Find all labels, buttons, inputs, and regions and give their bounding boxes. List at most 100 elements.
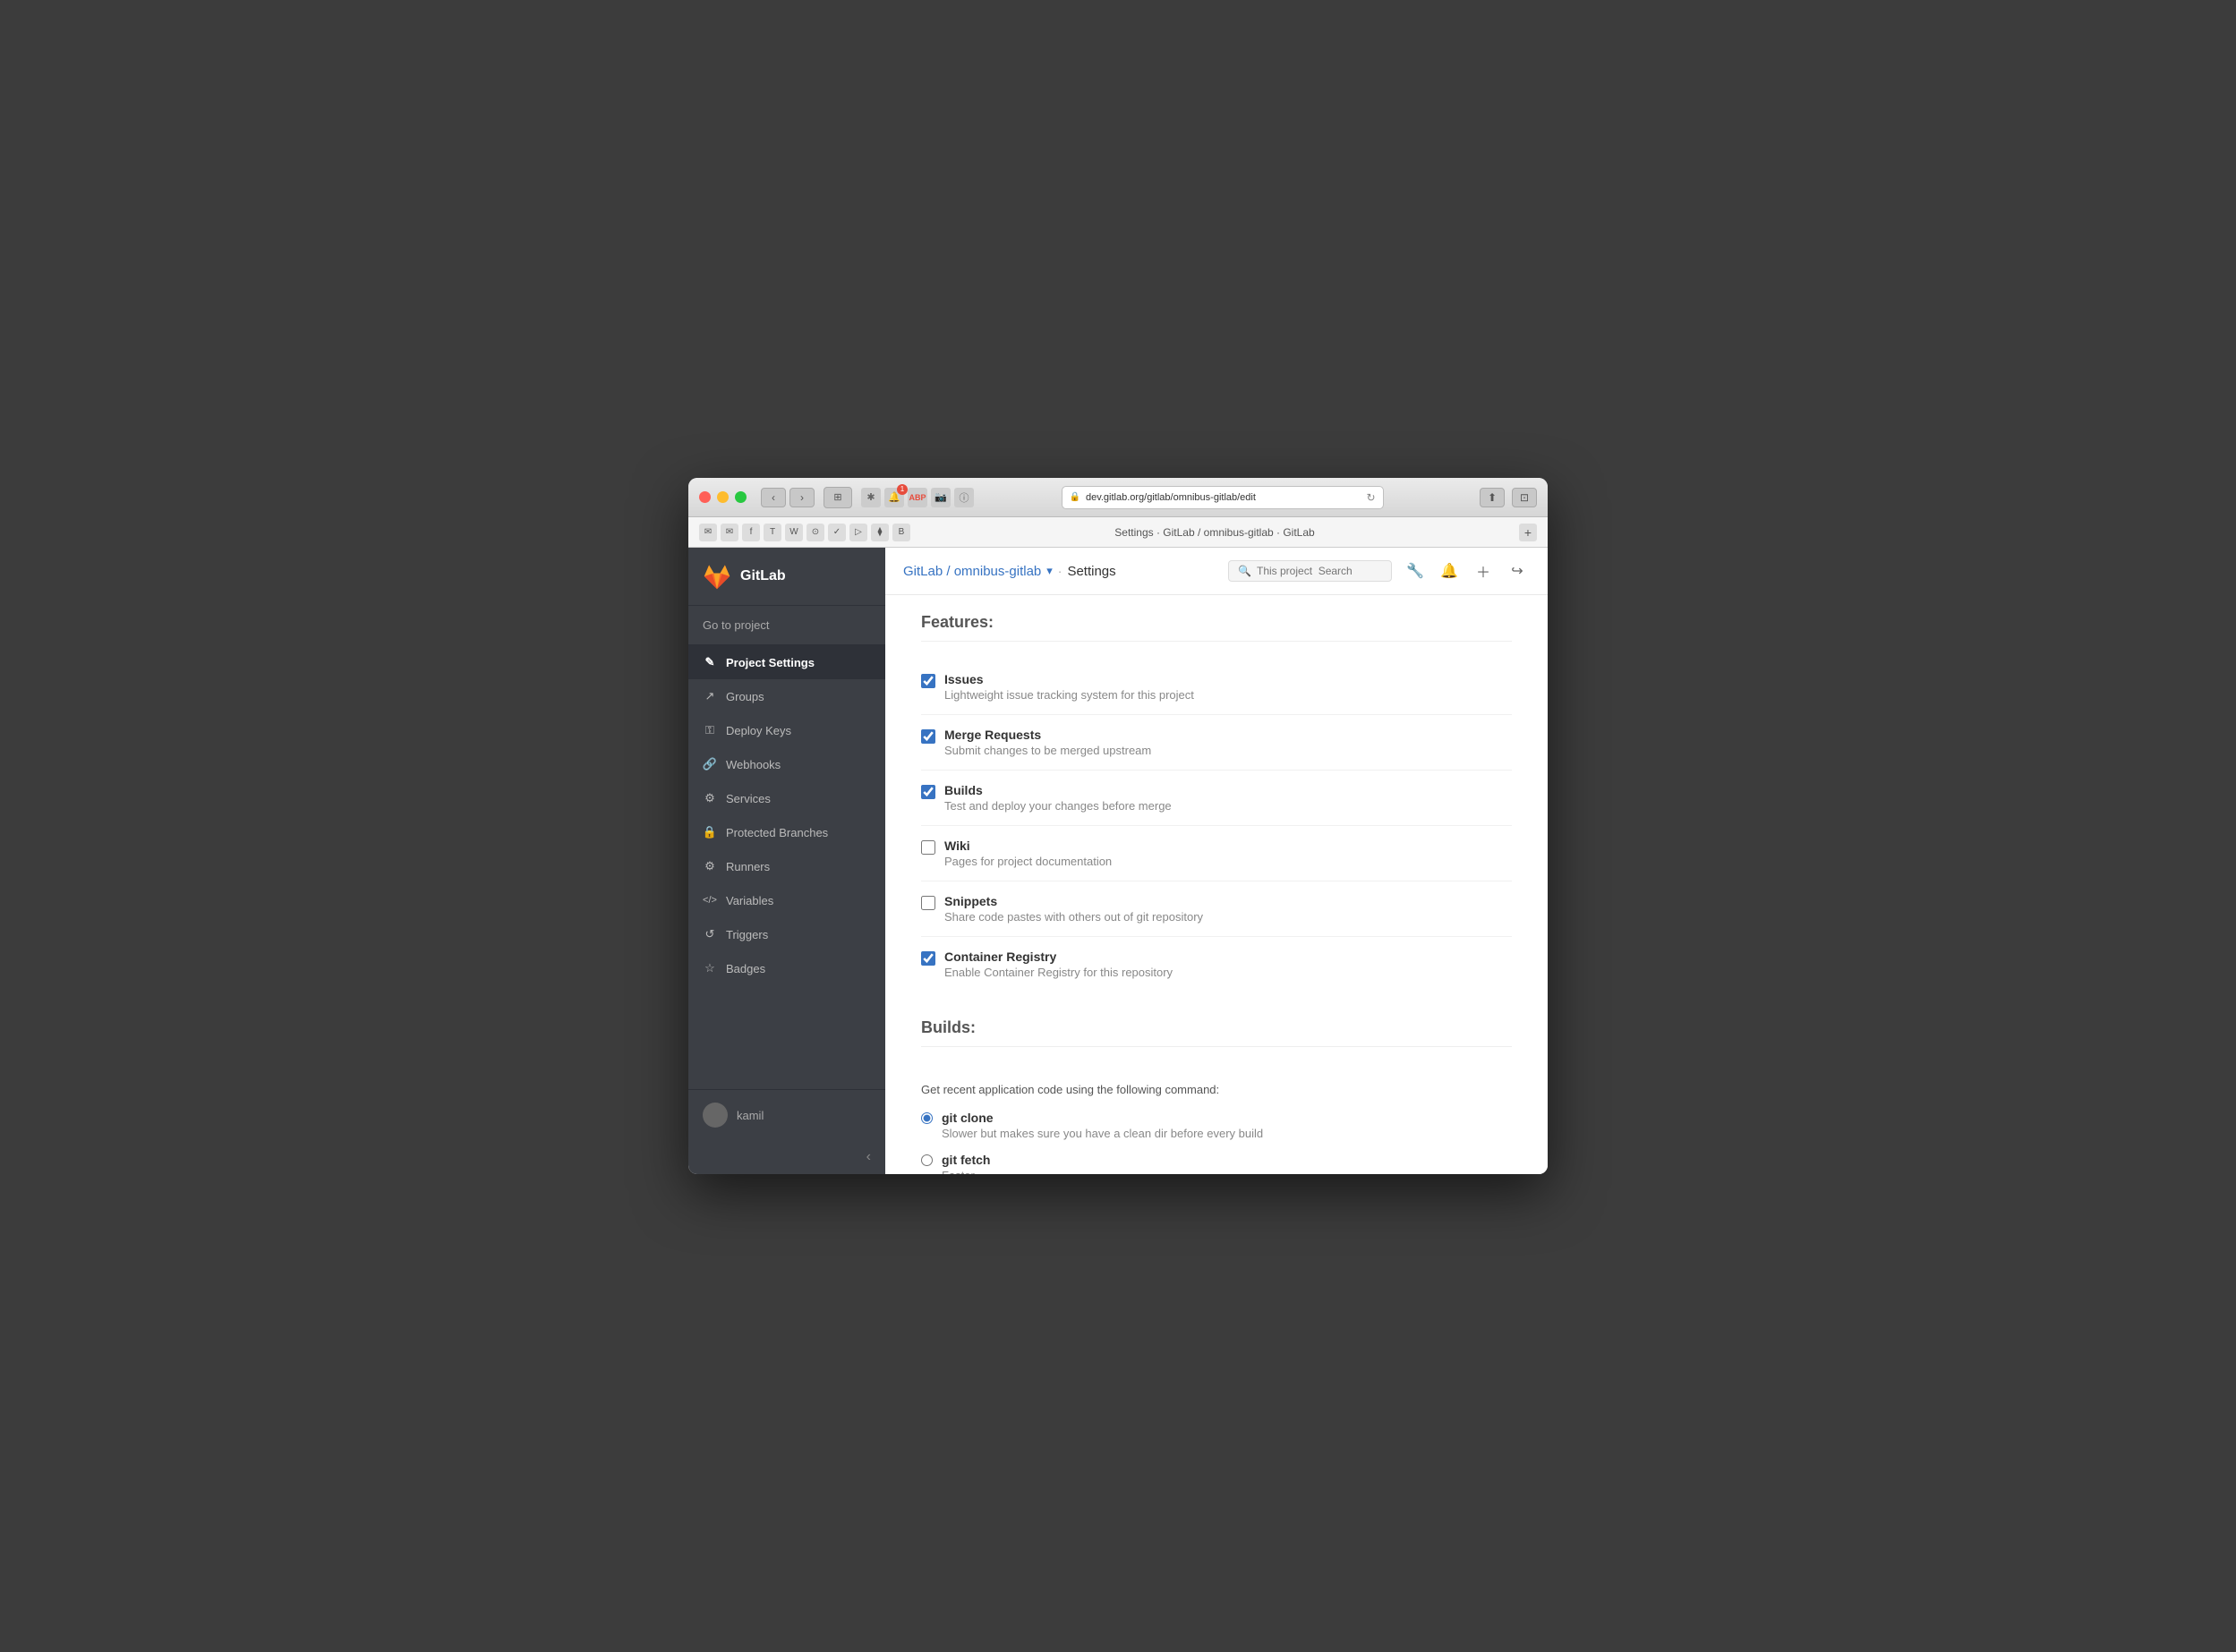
sidebar-item-groups[interactable]: ↗ Groups <box>688 679 885 713</box>
puzzle-icon[interactable]: ✱ <box>861 488 881 507</box>
minimize-button[interactable] <box>717 491 729 503</box>
builds-checkbox[interactable] <box>921 785 935 799</box>
edit-icon: ✎ <box>703 655 717 669</box>
sidebar-item-project-settings[interactable]: ✎ Project Settings <box>688 645 885 679</box>
w-icon[interactable]: W <box>785 524 803 541</box>
titlebar: ‹ › ⊞ ✱ 🔔 1 ABP 📷 ⓘ 🔒 dev.gitlab.org/git… <box>688 478 1548 517</box>
arrow-icon[interactable]: ▷ <box>849 524 867 541</box>
breadcrumb-current: Settings <box>1067 564 1115 579</box>
forward-button[interactable]: › <box>789 488 815 507</box>
snippets-desc: Share code pastes with others out of git… <box>944 910 1203 924</box>
gitlab-logo-icon <box>703 562 731 591</box>
runners-icon: ⚙ <box>703 859 717 873</box>
git-fetch-radio[interactable] <box>921 1154 933 1166</box>
git-fetch-desc: Faster <box>942 1169 990 1174</box>
feature-item-merge-requests: Merge Requests Submit changes to be merg… <box>921 715 1512 771</box>
sidebar-collapse-button[interactable]: ‹ <box>688 1140 885 1174</box>
sidebar-item-label: Project Settings <box>726 656 815 669</box>
window-controls <box>699 491 747 503</box>
sidebar-footer: kamil <box>688 1089 885 1140</box>
app-container: GitLab Go to project ✎ Project Settings … <box>688 548 1548 1174</box>
url-bar[interactable]: 🔒 dev.gitlab.org/gitlab/omnibus-gitlab/e… <box>1062 486 1384 509</box>
sidebar-item-webhooks[interactable]: 🔗 Webhooks <box>688 747 885 781</box>
back-button[interactable]: ‹ <box>761 488 786 507</box>
bell-icon[interactable]: 🔔 1 <box>884 488 904 507</box>
breadcrumb-link[interactable]: GitLab / omnibus-gitlab <box>903 564 1041 579</box>
github-icon[interactable]: ⊙ <box>806 524 824 541</box>
snippets-checkbox[interactable] <box>921 896 935 910</box>
content-inner: Features: Issues Lightweight issue track… <box>885 595 1548 1174</box>
titlebar-action-buttons: ⬆ ⊡ <box>1480 488 1537 507</box>
wiki-desc: Pages for project documentation <box>944 855 1112 868</box>
browser-toolbar: ✉ ✉ f T W ⊙ ✓ ▷ ⧫ B Settings · GitLab / … <box>688 517 1548 548</box>
logout-icon[interactable]: ↪ <box>1505 558 1530 583</box>
triggers-icon: ↺ <box>703 927 717 941</box>
git-fetch-name: git fetch <box>942 1153 990 1167</box>
reload-icon[interactable]: ↻ <box>1366 491 1375 504</box>
groups-icon: ↗ <box>703 689 717 703</box>
share-button[interactable]: ⬆ <box>1480 488 1505 507</box>
builds-feature-desc: Test and deploy your changes before merg… <box>944 799 1172 813</box>
gitlab-icon[interactable]: ⧫ <box>871 524 889 541</box>
feature-item-builds: Builds Test and deploy your changes befo… <box>921 771 1512 826</box>
wiki-checkbox[interactable] <box>921 840 935 855</box>
feature-item-container-registry: Container Registry Enable Container Regi… <box>921 937 1512 992</box>
info-icon[interactable]: ⓘ <box>954 488 974 507</box>
plus-header-icon[interactable]: ＋ <box>1471 558 1496 583</box>
tab-button-area: ⊞ <box>824 487 852 508</box>
abp-icon[interactable]: ABP <box>908 488 927 507</box>
container-registry-checkbox[interactable] <box>921 951 935 966</box>
b-icon[interactable]: B <box>892 524 910 541</box>
variables-icon: </> <box>703 893 717 907</box>
t-icon[interactable]: T <box>764 524 781 541</box>
search-icon: 🔍 <box>1238 565 1251 577</box>
builds-intro-text: Get recent application code using the fo… <box>921 1083 1512 1096</box>
sidebar-item-triggers[interactable]: ↺ Triggers <box>688 917 885 951</box>
sidebar-item-label: Badges <box>726 962 765 975</box>
username-label: kamil <box>737 1109 764 1122</box>
git-clone-radio[interactable] <box>921 1112 933 1124</box>
wiki-name: Wiki <box>944 839 1112 853</box>
merge-requests-checkbox[interactable] <box>921 729 935 744</box>
sidebar-button[interactable]: ⊡ <box>1512 488 1537 507</box>
check-icon[interactable]: ✓ <box>828 524 846 541</box>
features-section: Features: Issues Lightweight issue track… <box>921 613 1512 992</box>
facebook-icon[interactable]: f <box>742 524 760 541</box>
mail2-icon[interactable]: ✉ <box>721 524 738 541</box>
toolbar-extension-icons: ✉ ✉ f T W ⊙ ✓ ▷ ⧫ B <box>699 524 910 541</box>
features-section-header: Features: <box>921 613 1512 642</box>
sidebar-item-services[interactable]: ⚙ Services <box>688 781 885 815</box>
issues-checkbox[interactable] <box>921 674 935 688</box>
radio-item-git-clone: git clone Slower but makes sure you have… <box>921 1111 1512 1140</box>
sidebar-item-badges[interactable]: ☆ Badges <box>688 951 885 985</box>
git-clone-desc: Slower but makes sure you have a clean d… <box>942 1127 1263 1140</box>
sidebar-item-variables[interactable]: </> Variables <box>688 883 885 917</box>
tab-view-button[interactable]: ⊞ <box>824 487 852 508</box>
wrench-icon[interactable]: 🔧 <box>1403 558 1428 583</box>
bell-header-icon[interactable]: 🔔 <box>1437 558 1462 583</box>
maximize-button[interactable] <box>735 491 747 503</box>
issues-name: Issues <box>944 672 1194 686</box>
close-button[interactable] <box>699 491 711 503</box>
feature-item-snippets: Snippets Share code pastes with others o… <box>921 881 1512 937</box>
merge-requests-desc: Submit changes to be merged upstream <box>944 744 1151 757</box>
search-bar[interactable]: 🔍 <box>1228 560 1392 582</box>
sidebar-item-deploy-keys[interactable]: ⚿ Deploy Keys <box>688 713 885 747</box>
content-area[interactable]: Features: Issues Lightweight issue track… <box>885 595 1548 1174</box>
camera-icon[interactable]: 📷 <box>931 488 951 507</box>
go-to-project-link[interactable]: Go to project <box>688 606 885 645</box>
header-action-icons: 🔧 🔔 ＋ ↪ <box>1403 558 1530 583</box>
sidebar-item-protected-branches[interactable]: 🔒 Protected Branches <box>688 815 885 849</box>
webhook-icon: 🔗 <box>703 757 717 771</box>
search-input[interactable] <box>1257 565 1382 577</box>
sidebar-item-label: Webhooks <box>726 758 781 771</box>
sidebar-item-runners[interactable]: ⚙ Runners <box>688 849 885 883</box>
new-tab-button[interactable]: + <box>1519 524 1537 541</box>
main-content: GitLab / omnibus-gitlab ▾ · Settings 🔍 🔧… <box>885 548 1548 1174</box>
url-bar-container: 🔒 dev.gitlab.org/gitlab/omnibus-gitlab/e… <box>1062 486 1384 509</box>
page-header: GitLab / omnibus-gitlab ▾ · Settings 🔍 🔧… <box>885 548 1548 595</box>
issues-desc: Lightweight issue tracking system for th… <box>944 688 1194 702</box>
sidebar-brand: GitLab <box>688 548 885 606</box>
mail-icon[interactable]: ✉ <box>699 524 717 541</box>
breadcrumb-dropdown-icon[interactable]: ▾ <box>1046 564 1053 578</box>
